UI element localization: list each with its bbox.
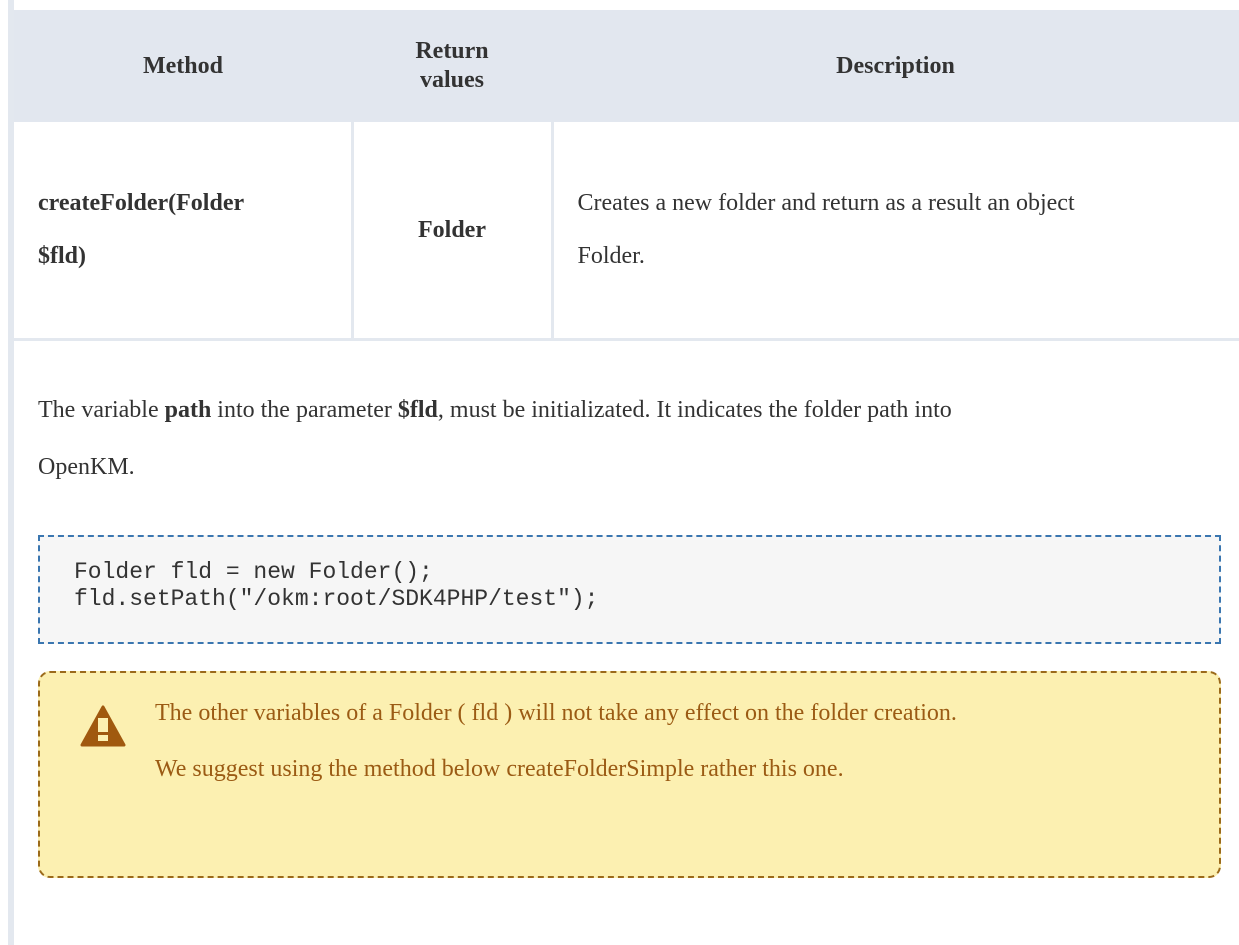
table-row: createFolder(Folder $fld) Folder Creates…: [14, 122, 1239, 341]
header-description: Description: [552, 10, 1239, 122]
description-line1: Creates a new folder and return as a res…: [577, 190, 1075, 217]
warning-callout: The other variables of a Folder ( fld ) …: [38, 671, 1221, 878]
table-header-row: Method Return values Description: [14, 10, 1239, 122]
document-page: Method Return values Description createF…: [0, 0, 1239, 945]
explanation-paragraph: The variable path into the parameter $fl…: [38, 382, 1228, 496]
code-block: Folder fld = new Folder(); fld.setPath("…: [38, 535, 1221, 644]
para-text-1: The variable: [38, 397, 165, 423]
header-method: Method: [14, 10, 352, 122]
para-bold-path: path: [164, 397, 212, 423]
cell-description: Creates a new folder and return as a res…: [550, 122, 1239, 341]
para-text-2: into the parameter: [211, 397, 398, 423]
para-text-3: , must be initializated. It indicates th…: [437, 397, 952, 423]
description-line2: Folder.: [577, 243, 645, 269]
cell-method: createFolder(Folder $fld): [14, 122, 352, 341]
warning-text-1: The other variables of a Folder ( fld ) …: [155, 700, 957, 726]
method-signature-line1: createFolder(Folder: [38, 190, 245, 217]
code-line-1: Folder fld = new Folder();: [74, 559, 433, 585]
code-line-2: fld.setPath("/okm:root/SDK4PHP/test");: [74, 586, 599, 612]
warning-text: The other variables of a Folder ( fld ) …: [155, 695, 1195, 807]
header-return-line1: Return: [415, 38, 489, 65]
header-return-values: Return values: [352, 10, 552, 122]
warning-icon: [80, 705, 126, 747]
method-table: Method Return values Description createF…: [14, 10, 1239, 341]
cell-return-value: Folder: [350, 122, 552, 341]
para-text-4: OpenKM.: [38, 454, 135, 480]
warning-text-2: We suggest using the method below create…: [155, 756, 844, 782]
header-return-line2: values: [419, 67, 484, 93]
para-bold-fld: $fld: [397, 397, 438, 423]
method-signature-line2: $fld): [38, 243, 86, 269]
